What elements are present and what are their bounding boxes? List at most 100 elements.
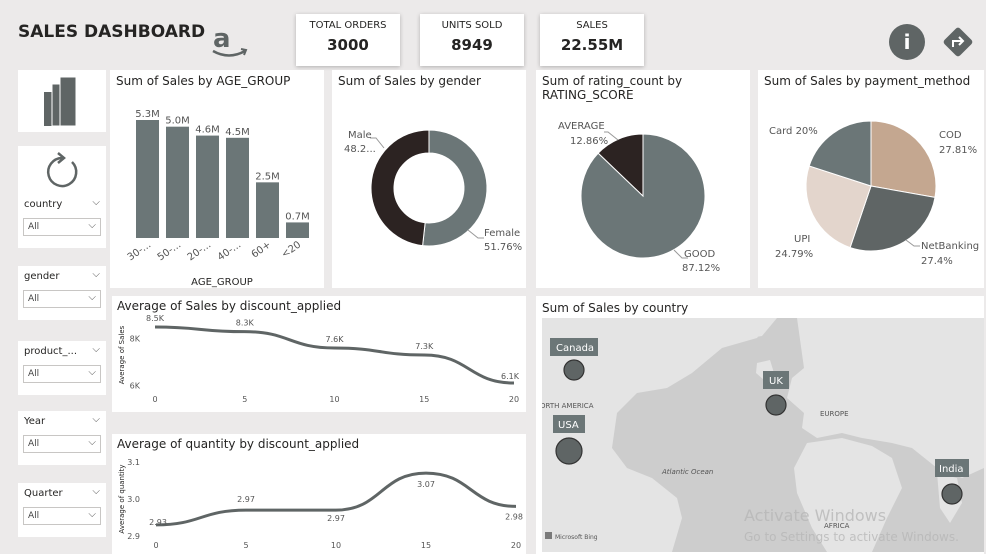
x-tick-label: 20 bbox=[509, 395, 519, 404]
slice-female bbox=[422, 129, 488, 247]
slicer-label: gender bbox=[24, 271, 60, 282]
chevron-down-icon: ⌵ bbox=[88, 437, 96, 448]
slicer-dropdown[interactable]: All ⌵ bbox=[23, 435, 101, 453]
slicer-value: All bbox=[28, 222, 40, 232]
chevron-down-icon[interactable]: ⌵ bbox=[92, 269, 100, 280]
rating-pie-card: Sum of rating_count by RATING_SCORE GOOD 8… bbox=[536, 70, 750, 288]
slice-label: Male bbox=[348, 130, 372, 141]
data-label: 7.6K bbox=[326, 335, 345, 344]
sales-discount-line-card: Average of Sales by discount_applied 6K 8… bbox=[112, 296, 526, 412]
slice-label: GOOD bbox=[684, 249, 715, 260]
slicer-label: country bbox=[24, 199, 63, 210]
data-label: 2.97 bbox=[327, 514, 345, 523]
amazon-logo-icon: a bbox=[210, 22, 250, 60]
chevron-down-icon[interactable]: ⌵ bbox=[92, 414, 100, 425]
chevron-down-icon[interactable]: ⌵ bbox=[92, 197, 100, 208]
payment-pie-chart: COD 27.81% NetBanking 27.4% UPI 24.79% Card 20… bbox=[769, 120, 979, 267]
refresh-icon bbox=[46, 152, 78, 188]
x-tick-label: <20 bbox=[280, 239, 304, 260]
x-tick-label: 20 bbox=[511, 541, 521, 550]
india-bubble[interactable] bbox=[941, 483, 963, 505]
slice-male bbox=[370, 129, 430, 247]
x-tick-label: 30-... bbox=[126, 239, 154, 263]
slice-value-label: 27.4% bbox=[921, 256, 953, 267]
x-axis-title: AGE_GROUP bbox=[191, 277, 253, 288]
data-label: 2.98 bbox=[505, 512, 523, 521]
chevron-down-icon: ⌵ bbox=[88, 292, 96, 303]
x-tick-label: 20-... bbox=[186, 239, 214, 263]
slicer-product[interactable]: product_... ⌵ All ⌵ bbox=[18, 341, 106, 395]
x-tick-label: 50-... bbox=[156, 239, 184, 263]
slicer-dropdown[interactable]: All ⌵ bbox=[23, 507, 101, 525]
bar-data-label: 0.7M bbox=[285, 211, 310, 222]
uk-bubble[interactable] bbox=[765, 394, 787, 416]
rating-pie-chart: GOOD 87.12% AVERAGE 12.86% bbox=[558, 121, 720, 274]
slicer-dropdown[interactable]: All ⌵ bbox=[23, 290, 101, 308]
map-place-label: EUROPE bbox=[820, 410, 849, 418]
info-icon[interactable]: i bbox=[889, 24, 925, 60]
kpi-label: SALES bbox=[576, 20, 608, 31]
report-bars-button[interactable] bbox=[18, 70, 106, 132]
bar-1 bbox=[166, 126, 189, 238]
chevron-down-icon: ⌵ bbox=[88, 220, 96, 231]
kpi-value: 8949 bbox=[451, 36, 493, 54]
chevron-down-icon: ⌵ bbox=[88, 509, 96, 520]
age-group-bar-chart: 5.3M 30-... 5.0M 50-... 4.6M 20-... 4.5M 40-...… bbox=[126, 109, 310, 288]
country-map-card: Sum of Sales by country ORTH AMERICA EUR… bbox=[536, 296, 984, 554]
slice-label: AVERAGE bbox=[558, 121, 605, 132]
slicer-dropdown[interactable]: All ⌵ bbox=[23, 365, 101, 383]
slice-value-label: 27.81% bbox=[939, 145, 977, 156]
kpi-sales: SALES 22.55M bbox=[540, 14, 644, 66]
chevron-down-icon[interactable]: ⌵ bbox=[92, 486, 100, 497]
report-bars-icon bbox=[44, 76, 77, 127]
chevron-down-icon[interactable]: ⌵ bbox=[92, 344, 100, 355]
data-label: 6.1K bbox=[501, 372, 520, 381]
slice-value-label: 51.76% bbox=[484, 242, 522, 253]
bar-data-label: 5.3M bbox=[135, 109, 160, 120]
country-label-usa: USA bbox=[558, 420, 579, 431]
kpi-label: TOTAL ORDERS bbox=[309, 20, 387, 31]
slicer-value: All bbox=[28, 294, 40, 304]
x-tick-label: 10 bbox=[329, 395, 339, 404]
y-tick-label: 8K bbox=[130, 335, 141, 344]
header-bar: SALES DASHBOARD a TOTAL ORDERS 3000 UNIT… bbox=[0, 0, 986, 66]
kpi-units-sold: UNITS SOLD 8949 bbox=[420, 14, 524, 66]
x-tick-label: 40-... bbox=[216, 239, 244, 263]
bar-4 bbox=[256, 182, 279, 238]
slicer-dropdown[interactable]: All ⌵ bbox=[23, 218, 101, 236]
slicer-value: All bbox=[28, 369, 40, 379]
slicer-year[interactable]: Year ⌵ All ⌵ bbox=[18, 411, 106, 465]
slicer-label: Quarter bbox=[24, 488, 63, 499]
x-tick-label: 10 bbox=[331, 541, 341, 550]
slice-value-label: 87.12% bbox=[682, 263, 720, 274]
chart-title: Sum of Sales by country bbox=[542, 301, 689, 315]
sales-discount-line-chart: 6K 8K 0 5 10 15 20 8.5K 8.3K 7.6K 7.3K 6.1K Average … bbox=[118, 314, 520, 404]
slicer-country[interactable]: country ⌵ All ⌵ bbox=[18, 194, 106, 248]
slice-value-label: 24.79% bbox=[775, 249, 813, 260]
canada-bubble[interactable] bbox=[563, 359, 585, 381]
slicer-value: All bbox=[28, 439, 40, 449]
slicer-label: Year bbox=[24, 416, 46, 427]
bar-5 bbox=[286, 222, 309, 238]
slicer-quarter[interactable]: Quarter ⌵ All ⌵ bbox=[18, 483, 106, 537]
slice-label: NetBanking bbox=[921, 241, 979, 252]
y-axis-title: Average of quantity bbox=[118, 464, 126, 533]
leader-line bbox=[905, 239, 920, 247]
data-label: 7.3K bbox=[415, 342, 434, 351]
gender-donut-chart: Female 51.76% Male 48.2... bbox=[344, 129, 522, 253]
bar-data-label: 2.5M bbox=[255, 171, 280, 182]
x-tick-label: 0 bbox=[153, 541, 158, 550]
share-arrow-icon[interactable] bbox=[940, 24, 976, 60]
usa-bubble[interactable] bbox=[555, 437, 583, 465]
bar-data-label: 5.0M bbox=[165, 116, 190, 127]
slicer-gender[interactable]: gender ⌵ All ⌵ bbox=[18, 266, 106, 320]
slice-value-label: 48.2... bbox=[344, 144, 376, 155]
x-tick-label: 60+ bbox=[250, 239, 274, 260]
slice-label: Female bbox=[484, 228, 520, 239]
x-tick-label: 0 bbox=[152, 395, 157, 404]
x-tick-label: 15 bbox=[421, 541, 431, 550]
quantity-discount-line-card: Average of quantity by discount_applied … bbox=[112, 434, 526, 554]
slicer-label: product_... bbox=[24, 346, 77, 357]
refresh-button[interactable] bbox=[18, 146, 106, 194]
map-attribution: Microsoft Bing bbox=[555, 534, 598, 541]
